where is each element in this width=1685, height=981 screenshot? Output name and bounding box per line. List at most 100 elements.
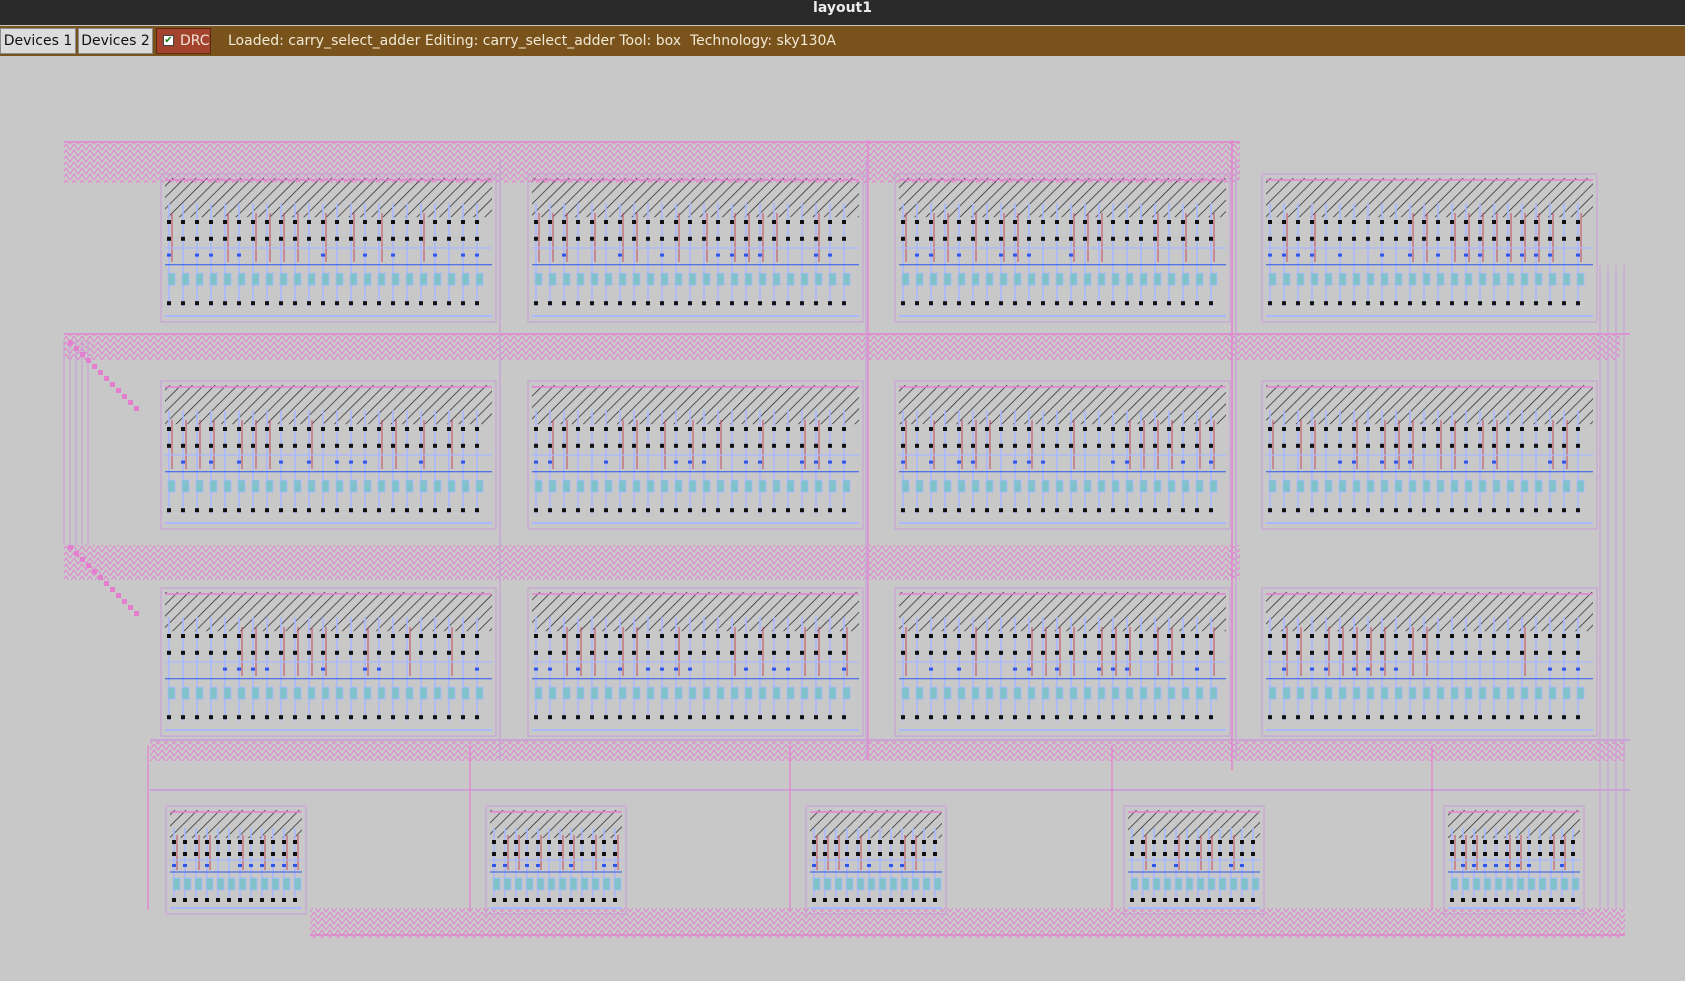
contact <box>1324 301 1328 306</box>
contact <box>223 220 227 224</box>
contact <box>943 650 947 655</box>
ndiff <box>576 479 585 493</box>
contact <box>307 715 311 720</box>
contact <box>1207 852 1211 856</box>
contact <box>1366 236 1370 241</box>
diffusion <box>209 460 213 464</box>
contact <box>943 301 947 306</box>
contact <box>307 427 311 431</box>
contact <box>915 220 919 224</box>
ndiff <box>730 272 739 286</box>
contact <box>1520 650 1524 655</box>
diffusion <box>419 460 423 464</box>
adder-cell <box>1261 380 1598 530</box>
contact <box>900 840 904 844</box>
contact <box>800 443 804 448</box>
diffusion <box>167 253 171 257</box>
contact <box>1324 650 1328 655</box>
ndiff <box>238 877 247 891</box>
contact <box>878 898 882 902</box>
contact <box>237 650 241 655</box>
ndiff <box>1209 686 1218 700</box>
drc-toggle[interactable]: ✔ DRC <box>156 28 211 54</box>
diffusion <box>321 667 325 671</box>
contact <box>1027 301 1031 306</box>
contact <box>447 650 451 655</box>
contact <box>744 715 748 720</box>
contact <box>1041 650 1045 655</box>
layout-canvas[interactable] <box>0 57 1685 981</box>
contact <box>772 236 776 241</box>
contact <box>957 220 961 224</box>
diffusion <box>1013 460 1017 464</box>
contact <box>216 840 220 844</box>
contact <box>856 840 860 844</box>
contact <box>279 236 283 241</box>
contact <box>1310 715 1314 720</box>
ndiff <box>985 686 994 700</box>
contact <box>251 220 255 224</box>
ndiff <box>1422 479 1431 493</box>
contact <box>856 898 860 902</box>
ndiff <box>1538 877 1547 891</box>
ndiff <box>929 479 938 493</box>
contact <box>632 301 636 306</box>
ndiff <box>674 686 683 700</box>
contact <box>548 650 552 655</box>
checkmark-icon[interactable]: ✔ <box>163 35 174 46</box>
contact <box>1506 301 1510 306</box>
contact <box>1464 715 1468 720</box>
ndiff <box>534 686 543 700</box>
diffusion <box>1394 460 1398 464</box>
contact <box>1450 840 1454 844</box>
contact <box>602 840 606 844</box>
ndiff <box>377 272 386 286</box>
contact <box>1083 715 1087 720</box>
contact <box>1282 220 1286 224</box>
contact <box>525 840 529 844</box>
ndiff <box>282 877 291 891</box>
contact <box>786 650 790 655</box>
ndiff <box>475 272 484 286</box>
contact <box>534 236 538 241</box>
devices-2-button[interactable]: Devices 2 <box>78 28 153 54</box>
contact <box>772 508 776 513</box>
contact <box>576 508 580 513</box>
contact <box>1167 650 1171 655</box>
contact <box>1069 715 1073 720</box>
contact <box>1041 715 1045 720</box>
contact <box>985 427 989 431</box>
devices-1-button[interactable]: Devices 1 <box>0 28 76 54</box>
contact <box>922 898 926 902</box>
ndiff <box>194 877 203 891</box>
cells-layer <box>160 173 1598 915</box>
contact <box>223 427 227 431</box>
contact <box>786 634 790 638</box>
contact <box>1352 650 1356 655</box>
diffusion <box>363 460 367 464</box>
ndiff <box>1282 686 1291 700</box>
diffusion <box>842 460 846 464</box>
contact <box>674 650 678 655</box>
contact <box>1472 852 1476 856</box>
ndiff <box>878 877 887 891</box>
contact <box>1195 634 1199 638</box>
ndiff <box>1422 272 1431 286</box>
contact <box>1013 236 1017 241</box>
contact <box>321 301 325 306</box>
contact <box>929 715 933 720</box>
diffusion <box>744 460 748 464</box>
contact <box>209 443 213 448</box>
contact <box>1338 301 1342 306</box>
contact <box>604 236 608 241</box>
contact <box>590 301 594 306</box>
contact <box>730 650 734 655</box>
contact <box>1534 236 1538 241</box>
contact <box>1055 508 1059 513</box>
contact <box>716 715 720 720</box>
contact <box>391 443 395 448</box>
ndiff <box>867 877 876 891</box>
ndiff <box>433 272 442 286</box>
contact <box>1560 840 1564 844</box>
ndiff <box>237 272 246 286</box>
